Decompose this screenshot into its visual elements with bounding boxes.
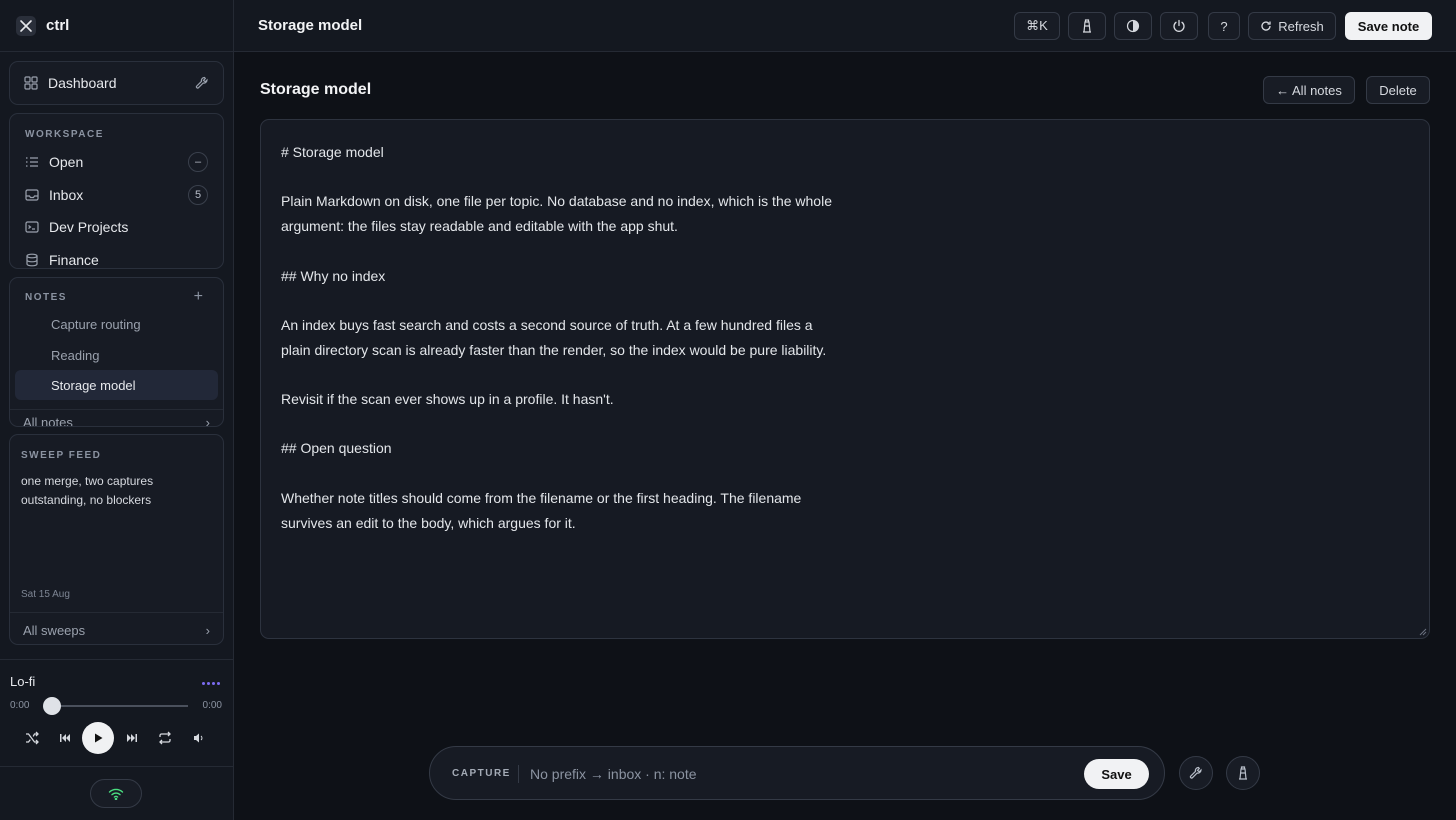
- sidebar-item-label: Dev Projects: [49, 219, 129, 235]
- music-player: Lo-fi 0:00 0:00: [0, 659, 233, 767]
- play-button[interactable]: [82, 722, 114, 754]
- duration-time: 0:00: [202, 700, 222, 711]
- shuffle-icon[interactable]: [24, 722, 40, 754]
- add-note-button[interactable]: +: [194, 288, 203, 306]
- refresh-button[interactable]: Refresh: [1248, 12, 1336, 40]
- power-icon: [1172, 19, 1186, 33]
- sidebar-item-dev-projects[interactable]: Dev Projects: [25, 216, 208, 238]
- dashboard-label: Dashboard: [48, 75, 117, 91]
- seek-knob[interactable]: [43, 697, 61, 715]
- sidebar-item-label: Finance: [49, 252, 99, 268]
- chevron-right-icon: ›: [205, 415, 210, 427]
- workspace-panel: WORKSPACE Open – Inbox 5 Dev Projects Fi…: [9, 113, 224, 269]
- brand[interactable]: ctrl: [0, 0, 233, 52]
- app-name: ctrl: [46, 17, 70, 34]
- refresh-label: Refresh: [1278, 18, 1324, 34]
- save-note-button[interactable]: Save note: [1345, 12, 1432, 40]
- inbox-icon: [25, 188, 39, 202]
- note-item-reading[interactable]: Reading: [15, 340, 218, 370]
- connection-status-button[interactable]: [90, 779, 142, 808]
- workspace-title: WORKSPACE: [25, 129, 104, 140]
- open-count-badge: –: [188, 152, 208, 172]
- chevron-right-icon: ›: [205, 623, 210, 638]
- all-notes-button[interactable]: ← All notes: [1263, 76, 1355, 104]
- command-palette-button[interactable]: ⌘K: [1014, 12, 1060, 40]
- sidebar: ctrl Dashboard WORKSPACE Open – Inbox 5: [0, 0, 234, 820]
- previous-track-icon[interactable]: [58, 722, 72, 754]
- note-title: Storage model: [260, 81, 372, 98]
- theme-toggle-button[interactable]: [1114, 12, 1152, 40]
- sidebar-item-label: Open: [49, 154, 84, 170]
- next-track-icon[interactable]: [125, 722, 139, 754]
- more-options-icon[interactable]: [202, 682, 220, 685]
- wifi-icon: [108, 788, 124, 800]
- capture-input[interactable]: [530, 760, 1070, 788]
- lighthouse-round-button[interactable]: [1226, 756, 1260, 790]
- tools-button[interactable]: [1179, 756, 1213, 790]
- app-logo-icon: [16, 15, 36, 36]
- all-notes-label: All notes: [23, 415, 73, 427]
- lighthouse-button[interactable]: [1068, 12, 1106, 40]
- list-icon: [25, 155, 39, 169]
- inbox-count-badge: 5: [188, 185, 208, 205]
- sweep-feed-panel: SWEEP FEED one merge, two captures outst…: [9, 434, 224, 645]
- sidebar-item-inbox[interactable]: Inbox 5: [25, 184, 208, 206]
- contrast-icon: [1126, 19, 1140, 33]
- dashboard-button[interactable]: Dashboard: [9, 61, 224, 105]
- divider: [518, 765, 519, 783]
- all-sweeps-label: All sweeps: [23, 623, 86, 638]
- notes-panel: NOTES + Capture routing Reading Storage …: [9, 277, 224, 427]
- notes-title: NOTES: [25, 292, 67, 303]
- note-body[interactable]: # Storage model Plain Markdown on disk, …: [281, 140, 841, 535]
- capture-bar: CAPTURE Save: [429, 746, 1165, 800]
- refresh-icon: [1260, 20, 1272, 32]
- sidebar-item-open[interactable]: Open –: [25, 151, 208, 173]
- sweep-feed-title: SWEEP FEED: [21, 450, 102, 461]
- help-button[interactable]: ?: [1208, 12, 1240, 40]
- all-notes-link[interactable]: All notes ›: [23, 415, 210, 427]
- wrench-icon[interactable]: [195, 76, 209, 90]
- lighthouse-icon: [1081, 19, 1093, 33]
- capture-label: CAPTURE: [452, 768, 511, 779]
- capture-save-button[interactable]: Save: [1084, 759, 1149, 789]
- power-button[interactable]: [1160, 12, 1198, 40]
- note-item-capture-routing[interactable]: Capture routing: [15, 309, 218, 339]
- terminal-icon: [25, 220, 39, 234]
- delete-button[interactable]: Delete: [1366, 76, 1430, 104]
- top-bar: Storage model ⌘K ? Refresh Save note: [234, 0, 1456, 52]
- database-icon: [25, 253, 39, 267]
- note-item-storage-model[interactable]: Storage model: [15, 370, 218, 400]
- seek-track[interactable]: [52, 705, 188, 707]
- elapsed-time: 0:00: [10, 700, 30, 711]
- lighthouse-icon: [1237, 766, 1249, 780]
- sidebar-item-label: Inbox: [49, 187, 84, 203]
- divider: [10, 409, 223, 410]
- divider: [10, 612, 223, 613]
- sweep-date: Sat 15 Aug: [21, 589, 70, 600]
- sweep-feed-text: one merge, two captures outstanding, no …: [21, 474, 154, 507]
- repeat-icon[interactable]: [157, 722, 173, 754]
- all-sweeps-link[interactable]: All sweeps ›: [23, 623, 210, 638]
- volume-icon[interactable]: [193, 722, 205, 754]
- grid-icon: [24, 76, 38, 90]
- note-editor[interactable]: # Storage model Plain Markdown on disk, …: [260, 119, 1430, 639]
- player-title: Lo-fi: [10, 674, 36, 689]
- page-title: Storage model: [258, 17, 363, 34]
- wrench-icon: [1189, 766, 1203, 780]
- sidebar-item-finance[interactable]: Finance: [25, 249, 208, 268]
- resize-handle-icon[interactable]: [1419, 628, 1427, 636]
